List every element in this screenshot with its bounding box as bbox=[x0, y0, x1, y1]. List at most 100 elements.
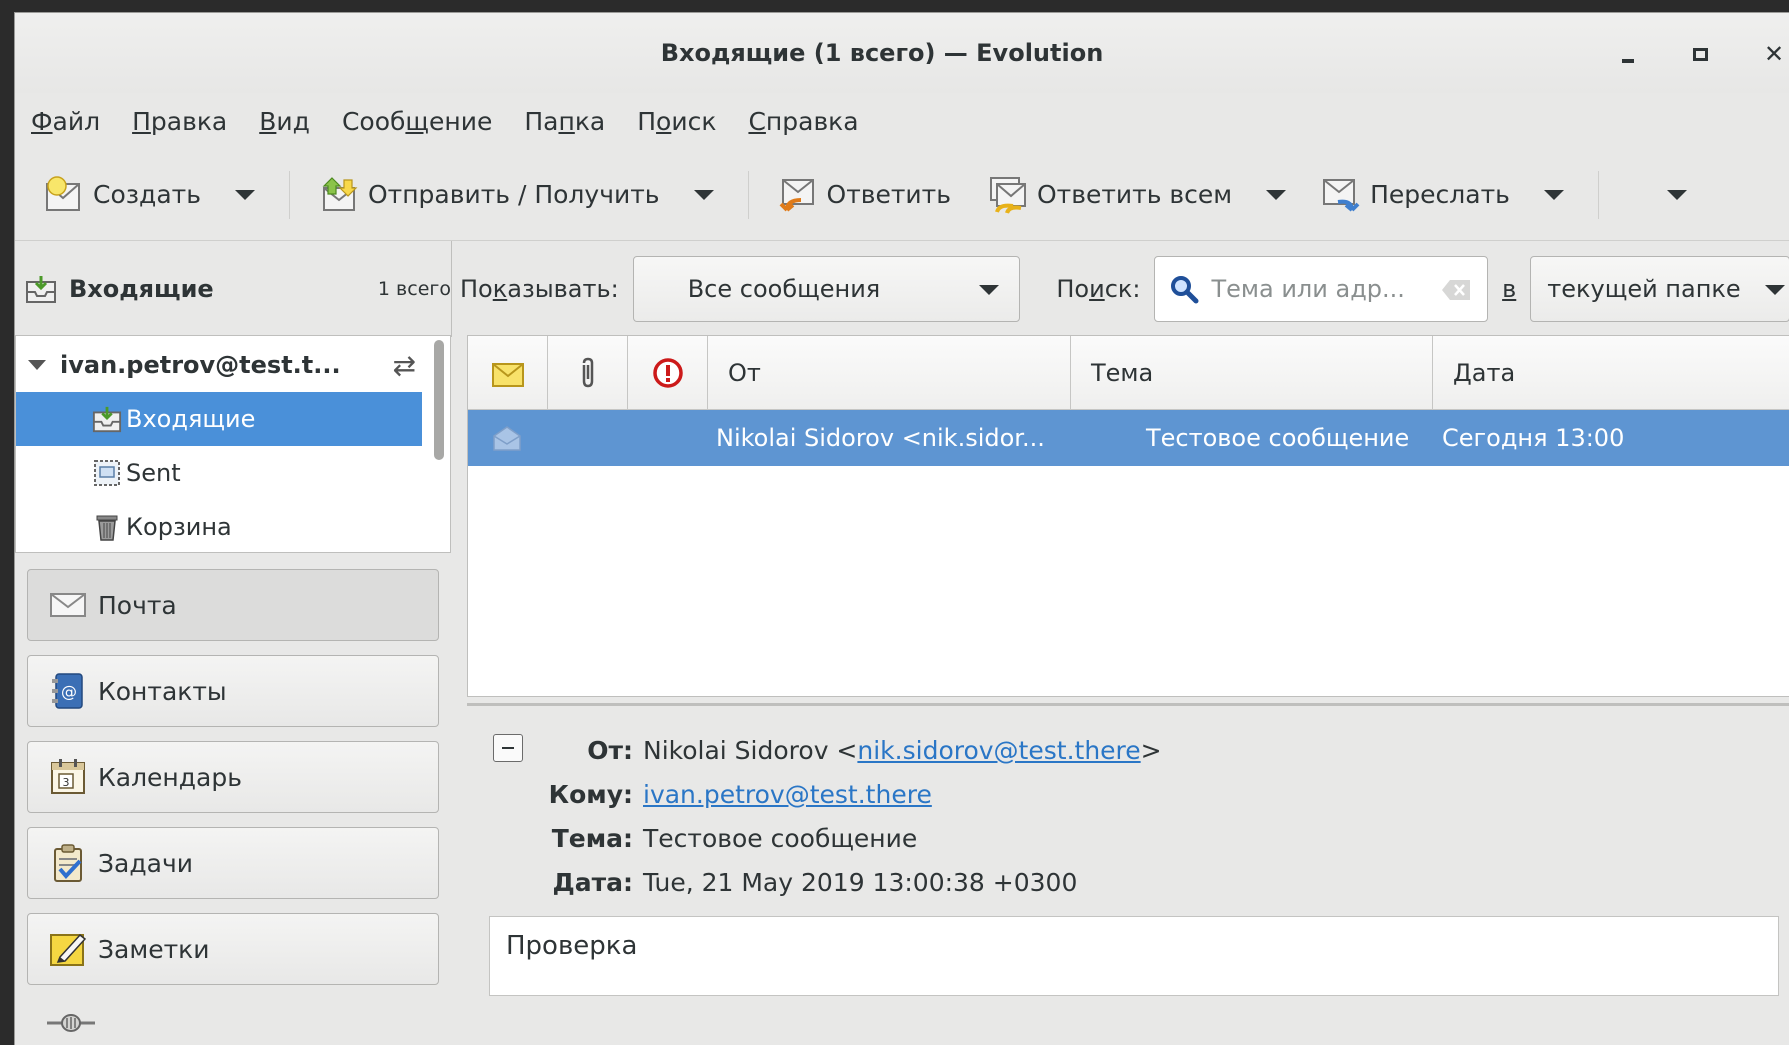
switch-contacts-button[interactable]: @ Контакты bbox=[27, 655, 439, 727]
reply-button[interactable]: Ответить bbox=[777, 174, 951, 216]
column-from[interactable]: От bbox=[708, 336, 1071, 410]
menu-label: правка bbox=[765, 106, 859, 136]
menu-edit[interactable]: Правка bbox=[132, 107, 227, 136]
search-box[interactable] bbox=[1154, 256, 1489, 322]
chevron-down-icon bbox=[979, 285, 1000, 295]
evolution-window: Входящие (1 всего) — Evolution ✕ Файл Пр… bbox=[14, 12, 1789, 1045]
current-folder-name: Входящие bbox=[69, 275, 214, 303]
folder-label: Входящие bbox=[126, 405, 256, 433]
menu-file[interactable]: Файл bbox=[31, 107, 100, 136]
reply-all-dropdown-arrow[interactable] bbox=[1266, 189, 1287, 200]
create-dropdown-arrow[interactable] bbox=[234, 189, 255, 200]
message-status-icon bbox=[491, 362, 524, 387]
folder-tree: ivan.petrov@test.t... ⇄ Входящие Sent Ко… bbox=[15, 335, 451, 553]
send-receive-button[interactable]: Отправить / Получить bbox=[318, 174, 660, 216]
tasks-icon bbox=[54, 844, 82, 882]
toolbar-separator bbox=[747, 170, 749, 219]
create-button[interactable]: Создать bbox=[43, 174, 201, 216]
forward-label: Переслать bbox=[1370, 180, 1510, 209]
toolbar-separator bbox=[288, 170, 290, 219]
message-row[interactable]: Nikolai Sidorov <nik.sidor... Тестовое с… bbox=[468, 410, 1789, 466]
recipient-email-link[interactable]: ivan.petrov@test.there bbox=[643, 780, 932, 809]
tree-scrollbar[interactable] bbox=[434, 340, 444, 460]
filter-bar: Показывать: Все сообщения Поиск: в текущ… bbox=[451, 241, 1789, 337]
header-label: Дата: bbox=[552, 868, 634, 897]
forward-icon bbox=[1323, 178, 1360, 212]
reply-all-label: Ответить всем bbox=[1036, 180, 1233, 209]
column-priority[interactable] bbox=[628, 336, 708, 410]
switch-mail-button[interactable]: Почта bbox=[27, 569, 439, 641]
mail-icon bbox=[50, 593, 86, 617]
minimize-icon bbox=[1622, 59, 1634, 63]
notes-icon bbox=[50, 933, 87, 966]
close-button[interactable]: ✕ bbox=[1759, 39, 1789, 69]
forward-button[interactable]: Переслать bbox=[1320, 174, 1510, 216]
send-receive-dropdown-arrow[interactable] bbox=[693, 189, 714, 200]
search-scope-combo[interactable]: текущей папке bbox=[1530, 256, 1789, 322]
account-name: ivan.petrov@test.t... bbox=[60, 351, 341, 379]
minimize-button[interactable] bbox=[1613, 39, 1643, 69]
search-icon bbox=[1171, 276, 1199, 304]
column-subject[interactable]: Тема bbox=[1071, 336, 1433, 410]
account-row[interactable]: ivan.petrov@test.t... ⇄ bbox=[16, 338, 422, 392]
sync-icon[interactable]: ⇄ bbox=[393, 349, 416, 382]
reply-label: Ответить bbox=[826, 180, 951, 209]
maximize-button[interactable] bbox=[1685, 39, 1715, 69]
menu-view[interactable]: Вид bbox=[259, 107, 310, 136]
switch-label: Календарь bbox=[98, 762, 242, 792]
folder-inbox[interactable]: Входящие bbox=[16, 392, 422, 446]
toolbar-overflow-arrow[interactable] bbox=[1666, 189, 1687, 200]
switch-notes-button[interactable]: Заметки bbox=[27, 913, 439, 985]
reply-all-button[interactable]: Ответить всем bbox=[987, 174, 1232, 216]
folder-sent[interactable]: Sent bbox=[16, 446, 422, 500]
folder-trash[interactable]: Корзина bbox=[16, 500, 422, 554]
menu-mnemonic: п bbox=[558, 106, 575, 136]
sender-email-link[interactable]: nik.sidorov@test.there bbox=[857, 736, 1140, 765]
header-label: Тема: bbox=[551, 824, 633, 853]
clear-search-icon[interactable] bbox=[1441, 279, 1471, 301]
forward-dropdown-arrow[interactable] bbox=[1543, 189, 1564, 200]
column-attachment[interactable] bbox=[548, 336, 628, 410]
collapse-headers-button[interactable] bbox=[493, 734, 523, 762]
menu-search[interactable]: Поиск bbox=[637, 107, 716, 136]
inbox-icon bbox=[92, 406, 122, 433]
message-list: От Тема Дата Nikolai Sidorov <nik.sidor.… bbox=[467, 335, 1789, 697]
column-status[interactable] bbox=[468, 336, 548, 410]
search-input[interactable] bbox=[1209, 274, 1420, 304]
sender-close: > bbox=[1140, 736, 1162, 765]
show-label: Показывать: bbox=[460, 275, 619, 303]
switch-tasks-button[interactable]: Задачи bbox=[27, 827, 439, 899]
sender-name: Nikolai Sidorov < bbox=[643, 736, 858, 765]
menu-mnemonic: В bbox=[259, 106, 277, 136]
menu-label: П bbox=[637, 106, 657, 136]
column-label: От bbox=[728, 358, 761, 387]
menu-message[interactable]: Сообщение bbox=[342, 107, 492, 136]
menu-mnemonic: щ bbox=[405, 106, 429, 136]
menu-mnemonic: о bbox=[656, 106, 672, 136]
menu-help[interactable]: Справка bbox=[748, 107, 858, 136]
show-filter-combo[interactable]: Все сообщения bbox=[632, 256, 1021, 322]
switch-label: Контакты bbox=[98, 676, 227, 706]
sent-folder-icon bbox=[94, 460, 120, 486]
preview-pane: От: Nikolai Sidorov <nik.sidorov@test.th… bbox=[467, 703, 1789, 996]
switch-calendar-button[interactable]: 3 Календарь bbox=[27, 741, 439, 813]
contacts-icon: @ bbox=[52, 673, 83, 709]
label-text: азывать: bbox=[507, 275, 619, 303]
folder-label: Корзина bbox=[126, 513, 232, 541]
send-receive-icon bbox=[322, 176, 358, 211]
header-subject-value: Тестовое сообщение bbox=[643, 824, 918, 853]
pane-resize-grip-icon[interactable] bbox=[45, 1013, 97, 1033]
calendar-icon: 3 bbox=[51, 759, 85, 794]
label-text: ск: bbox=[1104, 275, 1141, 303]
column-date[interactable]: Дата bbox=[1433, 336, 1789, 410]
create-label: Создать bbox=[93, 180, 201, 209]
menu-label: айл bbox=[52, 106, 101, 136]
title-bar: Входящие (1 всего) — Evolution ✕ bbox=[15, 13, 1789, 93]
menu-folder[interactable]: Папка bbox=[524, 107, 605, 136]
reply-all-icon bbox=[989, 176, 1026, 214]
header-from-value: Nikolai Sidorov <nik.sidorov@test.there> bbox=[643, 736, 1162, 765]
message-body[interactable]: Проверка bbox=[489, 916, 1779, 996]
search-scope-value: текущей папке bbox=[1547, 275, 1741, 303]
expander-triangle-icon[interactable] bbox=[28, 360, 46, 370]
send-receive-label: Отправить / Получить bbox=[367, 180, 660, 209]
